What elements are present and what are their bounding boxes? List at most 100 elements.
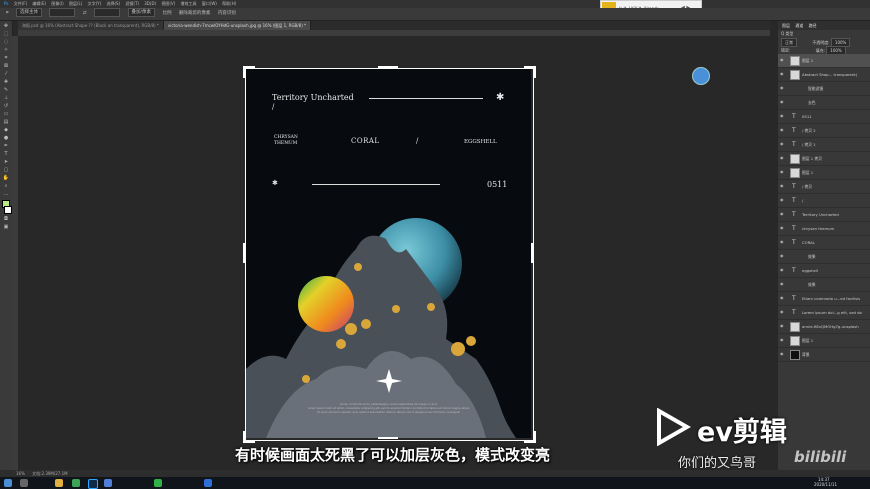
menu-3d[interactable]: 3D(D) xyxy=(144,1,156,6)
visibility-eye-icon[interactable]: ◉ xyxy=(780,352,785,356)
layer-row[interactable]: ◉ T Territory Uncharted xyxy=(778,208,870,222)
pen-icon[interactable]: ✒ xyxy=(3,143,10,149)
ps-logo[interactable]: Ps xyxy=(4,1,8,6)
healing-icon[interactable]: ✚ xyxy=(3,79,10,85)
lasso-tool-icon[interactable]: ◌ xyxy=(3,39,10,45)
crop-handle-l[interactable] xyxy=(243,243,245,263)
hand-icon[interactable]: ✋ xyxy=(3,175,10,181)
visibility-eye-icon[interactable]: ◉ xyxy=(780,296,785,300)
menu-plugins[interactable]: 增效工具 xyxy=(181,1,197,6)
layer-row[interactable]: ◉ T Etiam commodo u...ed facilisis xyxy=(778,292,870,306)
eraser-icon[interactable]: ▭ xyxy=(3,111,10,117)
menu-file[interactable]: 文件(F) xyxy=(14,1,27,6)
layer-row[interactable]: ◉ 去色 xyxy=(778,96,870,110)
blur-icon[interactable]: ◆ xyxy=(3,127,10,133)
tab-layers[interactable]: 图层 xyxy=(782,23,790,28)
layer-row[interactable]: ◉ 图层 1 xyxy=(778,334,870,348)
marquee-tool-icon[interactable]: ⬚ xyxy=(3,31,10,37)
crop-handle-tl[interactable] xyxy=(243,66,255,78)
menu-view[interactable]: 视图(V) xyxy=(161,1,175,6)
crop-handle-b[interactable] xyxy=(378,437,398,439)
layer-row[interactable]: ◉ T 0511 xyxy=(778,110,870,124)
visibility-eye-icon[interactable]: ◉ xyxy=(780,324,785,328)
layer-row[interactable]: ◉ 图层 1 拷贝 xyxy=(778,152,870,166)
stamp-icon[interactable]: ⊥ xyxy=(3,95,10,101)
visibility-eye-icon[interactable]: ◉ xyxy=(780,100,785,104)
swap-icon[interactable]: ⇄ xyxy=(83,8,87,20)
move-tool-icon[interactable]: ✥ xyxy=(3,23,10,29)
menu-select[interactable]: 选择(S) xyxy=(106,1,120,6)
layer-row[interactable]: ◉ annie-fi8vQMOHg7g-unsplash xyxy=(778,320,870,334)
crop-icon[interactable]: ⌗ xyxy=(3,55,10,61)
zoom-level[interactable]: 16% xyxy=(16,471,25,476)
doc-tab-active[interactable]: victoria-wendish-7mcwIOYHdG-unsplash.jpg… xyxy=(163,21,312,30)
background-color-swatch[interactable] xyxy=(4,206,12,214)
search-icon[interactable] xyxy=(20,479,28,487)
visibility-eye-icon[interactable]: ◉ xyxy=(780,128,785,132)
crop-handle-bl[interactable] xyxy=(243,431,255,443)
scale-label[interactable]: 比例 xyxy=(162,8,171,20)
layer-row[interactable]: ◉ 图层 1 xyxy=(778,54,870,68)
visibility-eye-icon[interactable]: ◉ xyxy=(780,58,785,62)
menu-help[interactable]: 帮助(H) xyxy=(222,1,236,6)
browser-icon[interactable] xyxy=(72,479,80,487)
layer-row[interactable]: ◉ 图层 1 xyxy=(778,166,870,180)
layer-row[interactable]: ◉ T / xyxy=(778,194,870,208)
gradient-icon[interactable]: ▤ xyxy=(3,119,10,125)
mode-select[interactable]: 叠加/像素 xyxy=(127,8,156,17)
layer-row[interactable]: ◉ T / 拷贝 1 xyxy=(778,138,870,152)
app-icon[interactable] xyxy=(104,479,112,487)
crop-handle-t[interactable] xyxy=(378,66,398,68)
menu-type[interactable]: 文字(Y) xyxy=(88,1,102,6)
crop-handle-tr[interactable] xyxy=(524,66,536,78)
start-icon[interactable] xyxy=(4,479,12,487)
brush-icon[interactable]: ✎ xyxy=(3,87,10,93)
eyedropper-icon[interactable]: ⁄ xyxy=(3,71,10,77)
crop-handle-br[interactable] xyxy=(524,431,536,443)
fill-checkbox[interactable]: 内容识别 xyxy=(218,8,236,20)
layer-row[interactable]: ◉ T CORAL xyxy=(778,236,870,250)
layer-row[interactable]: ◉ Abstract Shap... transparent) xyxy=(778,68,870,82)
menu-image[interactable]: 图像(I) xyxy=(51,1,63,6)
visibility-eye-icon[interactable]: ◉ xyxy=(780,226,785,230)
menu-edit[interactable]: 编辑(E) xyxy=(32,1,46,6)
dodge-icon[interactable]: ● xyxy=(3,135,10,141)
layer-row[interactable]: ◉ T / 拷贝 2 xyxy=(778,124,870,138)
frame-icon[interactable]: ⊠ xyxy=(3,63,10,69)
crop-handle-r[interactable] xyxy=(531,243,533,263)
visibility-eye-icon[interactable]: ◉ xyxy=(780,198,785,202)
type-icon[interactable]: T xyxy=(3,151,10,157)
history-brush-icon[interactable]: ↺ xyxy=(3,103,10,109)
visibility-eye-icon[interactable]: ◉ xyxy=(780,86,785,90)
photoshop-icon[interactable] xyxy=(88,479,98,489)
visibility-eye-icon[interactable]: ◉ xyxy=(780,212,785,216)
visibility-eye-icon[interactable]: ◉ xyxy=(780,156,785,160)
visibility-eye-icon[interactable]: ◉ xyxy=(780,254,785,258)
menu-filter[interactable]: 滤镜(T) xyxy=(125,1,139,6)
menu-layer[interactable]: 图层(L) xyxy=(69,1,82,6)
screen-mode-icon[interactable]: ▣ xyxy=(3,224,10,230)
ratio-height-field[interactable] xyxy=(94,8,121,17)
menu-window[interactable]: 窗口(W) xyxy=(202,1,217,6)
visibility-eye-icon[interactable]: ◉ xyxy=(780,338,785,342)
layer-search[interactable]: Q 类型 xyxy=(781,31,793,36)
layer-row[interactable]: ◉ Teggshell xyxy=(778,264,870,278)
visibility-eye-icon[interactable]: ◉ xyxy=(780,72,785,76)
crop-tool-icon[interactable]: ⌗ xyxy=(6,8,9,20)
visibility-eye-icon[interactable]: ◉ xyxy=(780,184,785,188)
app2-icon[interactable] xyxy=(204,479,212,487)
ratio-width-field[interactable] xyxy=(49,8,76,17)
tab-paths[interactable]: 路径 xyxy=(809,23,817,28)
more-icon[interactable]: … xyxy=(3,191,10,197)
layer-row[interactable]: ◉ T / 拷贝 xyxy=(778,180,870,194)
visibility-eye-icon[interactable]: ◉ xyxy=(780,114,785,118)
layer-row[interactable]: ◉ Tchrysan themum xyxy=(778,222,870,236)
quick-mask-icon[interactable]: ◘ xyxy=(3,216,10,222)
path-select-icon[interactable]: ➤ xyxy=(3,159,10,165)
magic-wand-icon[interactable]: ✧ xyxy=(3,47,10,53)
explorer-icon[interactable] xyxy=(55,479,63,487)
crop-frame[interactable] xyxy=(245,68,534,441)
visibility-eye-icon[interactable]: ◉ xyxy=(780,282,785,286)
zoom-icon[interactable]: ⌕ xyxy=(3,183,10,189)
layer-row[interactable]: ◉ 背景 xyxy=(778,348,870,362)
